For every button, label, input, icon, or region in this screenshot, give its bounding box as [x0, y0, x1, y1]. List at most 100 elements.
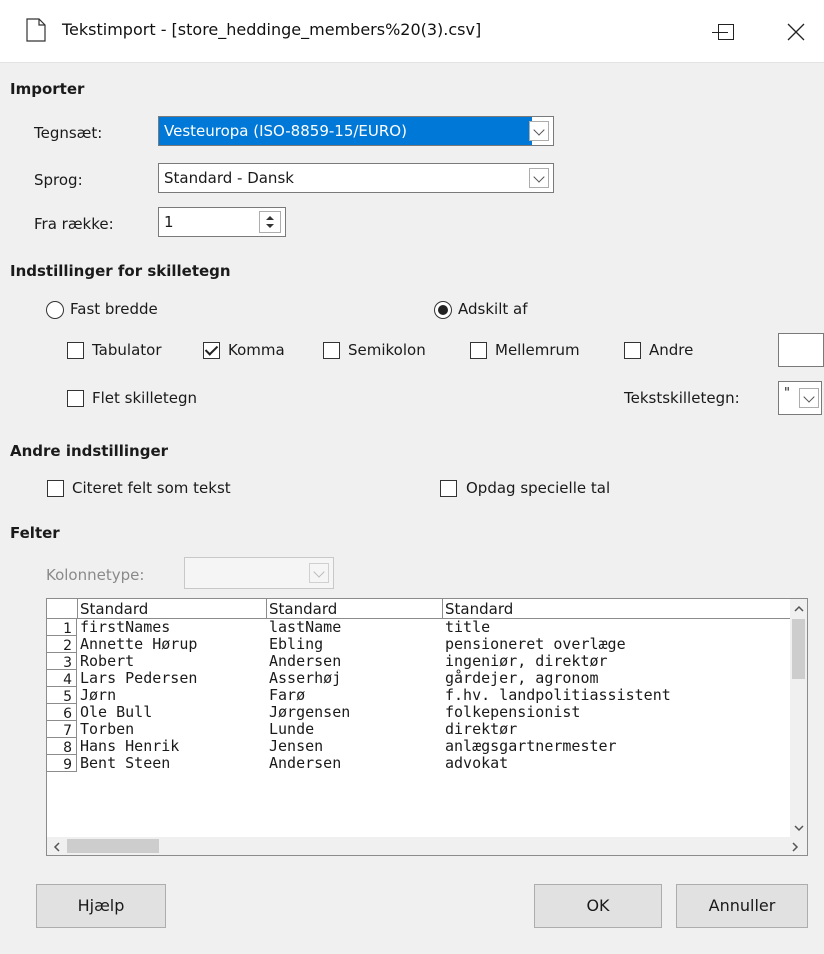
table-cell: Farø	[269, 686, 306, 704]
table-cell: Torben	[80, 720, 135, 738]
table-cell: Andersen	[269, 754, 342, 772]
table-cell: ingeniør, direktør	[445, 652, 608, 670]
other-separator-input[interactable]	[778, 333, 824, 367]
spin-arrows-icon	[266, 216, 274, 228]
from-row-spinbox[interactable]: 1	[158, 207, 286, 237]
language-value: Standard - Dansk	[164, 169, 294, 187]
scroll-right-icon[interactable]	[791, 842, 799, 852]
column-header[interactable]: Standard	[78, 599, 267, 619]
charset-value: Vesteuropa (ISO-8859-15/EURO)	[159, 117, 532, 145]
other-checkbox[interactable]	[624, 342, 641, 359]
corner-cell	[47, 599, 78, 619]
table-cell: f.hv. landpolitiassistent	[445, 686, 671, 704]
detect-special-numbers-checkbox[interactable]	[440, 480, 457, 497]
language-dropdown-button[interactable]	[529, 168, 549, 188]
separated-by-radio[interactable]	[434, 301, 452, 319]
title-bar: Tekstimport - [store_heddinge_members%20…	[0, 0, 824, 63]
column-header[interactable]: Standard	[443, 599, 791, 619]
table-cell: Jørgensen	[269, 703, 351, 721]
text-delimiter-dropdown-button[interactable]	[799, 388, 819, 408]
vertical-scroll-thumb[interactable]	[792, 619, 805, 679]
tab-label: Tabulator	[92, 341, 162, 359]
detect-special-numbers-label: Opdag specielle tal	[466, 479, 611, 497]
document-icon	[26, 18, 46, 42]
language-label: Sprog:	[34, 171, 83, 189]
chevron-down-icon	[533, 124, 545, 136]
scroll-down-icon[interactable]	[794, 824, 804, 832]
table-cell: Ebling	[269, 635, 324, 653]
column-type-select[interactable]	[184, 557, 334, 589]
semicolon-label: Semikolon	[348, 341, 426, 359]
fixed-width-radio[interactable]	[46, 301, 64, 319]
text-delimiter-select[interactable]: "	[778, 381, 822, 415]
fields-section-title: Felter	[10, 524, 60, 542]
maximize-icon	[718, 24, 734, 40]
merge-delimiters-checkbox[interactable]	[67, 390, 84, 407]
help-button[interactable]: Hjælp	[36, 884, 166, 928]
table-cell: Annette Hørup	[80, 635, 198, 653]
from-row-value: 1	[164, 213, 174, 231]
from-row-spin-buttons[interactable]	[259, 211, 281, 233]
cancel-button[interactable]: Annuller	[676, 884, 808, 928]
charset-select[interactable]: Vesteuropa (ISO-8859-15/EURO)	[158, 116, 554, 146]
column-type-dropdown-button[interactable]	[309, 563, 329, 583]
row-number[interactable]: 8	[47, 738, 77, 756]
comma-label: Komma	[228, 341, 285, 359]
charset-dropdown-button[interactable]	[529, 121, 549, 141]
chevron-down-icon	[803, 391, 815, 403]
table-cell: firstNames	[80, 618, 171, 636]
table-cell: Robert	[80, 652, 135, 670]
vertical-scrollbar[interactable]	[790, 599, 807, 837]
table-cell: Andersen	[269, 652, 342, 670]
table-cell: direktør	[445, 720, 518, 738]
horizontal-scroll-thumb[interactable]	[67, 839, 159, 853]
checkmark-icon	[204, 342, 219, 356]
table-cell: Hans Henrik	[80, 737, 180, 755]
space-label: Mellemrum	[495, 341, 580, 359]
from-row-label: Fra række:	[34, 215, 114, 233]
row-number[interactable]: 7	[47, 721, 77, 739]
table-cell: advokat	[445, 754, 509, 772]
language-select[interactable]: Standard - Dansk	[158, 163, 554, 193]
separated-by-label: Adskilt af	[458, 300, 528, 318]
quoted-as-text-checkbox[interactable]	[47, 480, 64, 497]
row-number[interactable]: 3	[47, 653, 77, 671]
charset-label: Tegnsæt:	[34, 124, 103, 142]
row-number[interactable]: 6	[47, 704, 77, 722]
table-cell: anlægsgartnermester	[445, 737, 617, 755]
row-number[interactable]: 2	[47, 636, 77, 654]
preview-table[interactable]: Standard Standard Standard 1 firstNames la…	[46, 598, 808, 856]
row-number[interactable]: 4	[47, 670, 77, 688]
fixed-width-label: Fast bredde	[70, 300, 158, 318]
separator-section-title: Indstillinger for skilletegn	[10, 262, 231, 280]
table-cell: lastName	[269, 618, 342, 636]
row-number[interactable]: 9	[47, 755, 77, 773]
table-cell: Lars Pedersen	[80, 669, 198, 687]
table-cell: title	[445, 618, 491, 636]
chevron-down-icon	[533, 171, 545, 183]
table-cell: Jørn	[80, 686, 117, 704]
horizontal-scrollbar[interactable]	[47, 837, 807, 855]
close-icon	[787, 23, 805, 41]
comma-checkbox[interactable]	[203, 342, 220, 359]
column-header[interactable]: Standard	[267, 599, 443, 619]
row-number[interactable]: 5	[47, 687, 77, 705]
table-cell: Jensen	[269, 737, 324, 755]
scroll-up-icon[interactable]	[794, 605, 804, 613]
tab-checkbox[interactable]	[67, 342, 84, 359]
chevron-down-icon	[313, 566, 325, 578]
table-cell: folkepensionist	[445, 703, 581, 721]
text-delimiter-label: Tekstskilletegn:	[624, 389, 740, 407]
table-cell: Bent Steen	[80, 754, 171, 772]
table-cell: Lunde	[269, 720, 315, 738]
semicolon-checkbox[interactable]	[323, 342, 340, 359]
space-checkbox[interactable]	[470, 342, 487, 359]
table-cell: pensioneret overlæge	[445, 635, 626, 653]
close-button[interactable]	[776, 12, 816, 52]
maximize-button[interactable]	[706, 12, 746, 52]
scroll-left-icon[interactable]	[53, 842, 61, 852]
other-label: Andre	[649, 341, 694, 359]
ok-button[interactable]: OK	[534, 884, 662, 928]
other-options-section-title: Andre indstillinger	[10, 442, 169, 460]
row-number[interactable]: 1	[47, 619, 77, 637]
